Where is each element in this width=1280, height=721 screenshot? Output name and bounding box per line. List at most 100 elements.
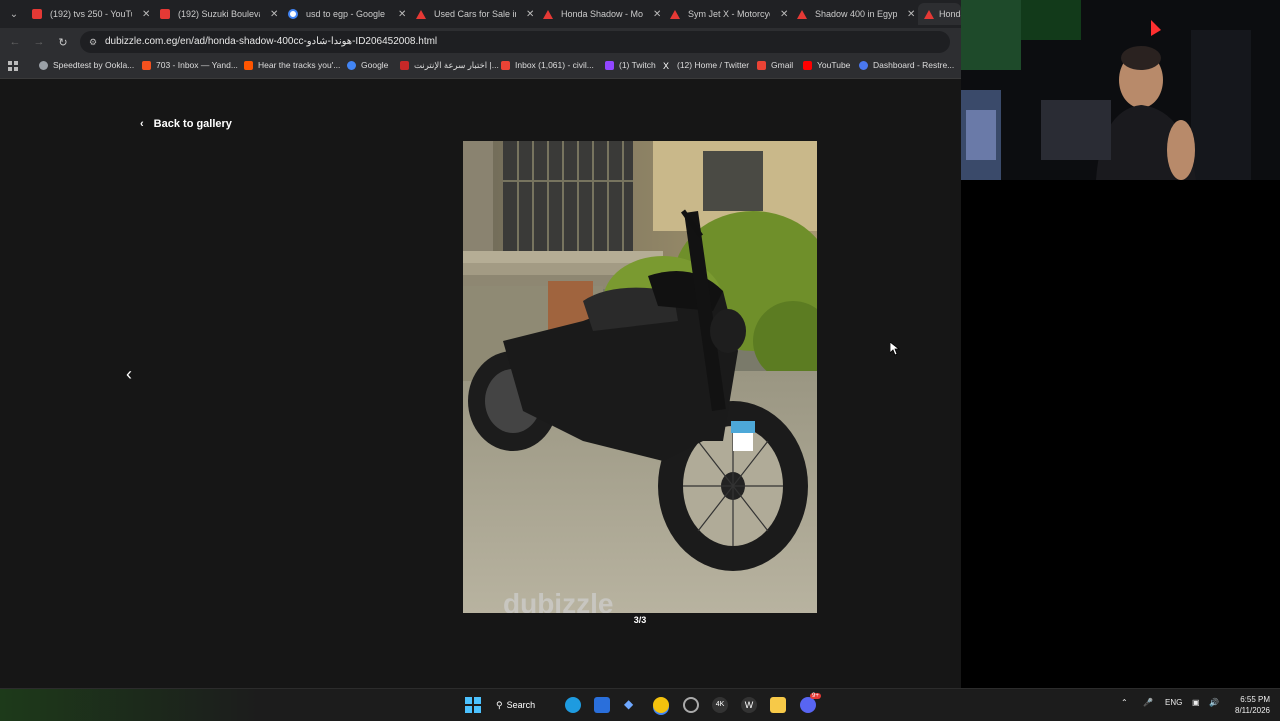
file-explorer-icon[interactable]	[770, 697, 786, 713]
language-indicator[interactable]: ENG	[1165, 698, 1182, 707]
google-icon	[288, 9, 298, 19]
dubizzle-icon	[416, 9, 426, 19]
search-label: Search	[506, 700, 536, 710]
mail-icon[interactable]	[594, 697, 610, 713]
taskbar-search[interactable]: ⚲ Search	[496, 695, 550, 715]
bookmark-label: (1) Twitch	[619, 60, 656, 70]
webcam-overlay	[961, 0, 1280, 180]
tab-strip: ⌄ (192) tvs 250 - YouTube ✕ (192) Suzuki…	[0, 0, 961, 28]
tab-usd-to-egp[interactable]: usd to egp - Google Se ✕	[288, 3, 406, 25]
youtube-icon	[803, 60, 812, 70]
youtube-icon	[160, 9, 170, 19]
volume-icon[interactable]: 🔊	[1209, 698, 1219, 707]
tab-title: Sym Jet X - Motorcycle	[688, 9, 770, 19]
microphone-icon[interactable]: 🎤	[1143, 698, 1153, 707]
bookmark-yandex-inbox[interactable]: 703 - Inbox — Yand...	[142, 60, 238, 70]
tab-title: Used Cars for Sale in E	[434, 9, 516, 19]
desktop-background	[961, 180, 1280, 688]
wordpress-icon[interactable]: W	[741, 697, 757, 713]
bookmark-label: Speedtest by Ookla...	[53, 60, 135, 70]
clock-date: 8/11/2026	[1235, 706, 1270, 715]
bookmark-label: Dashboard - Restre...	[873, 60, 955, 70]
close-icon[interactable]: ✕	[270, 9, 278, 20]
dubizzle-icon	[924, 9, 934, 19]
bookmark-restream[interactable]: Dashboard - Restre...	[859, 60, 954, 70]
close-icon[interactable]: ✕	[653, 9, 661, 20]
close-icon[interactable]: ✕	[398, 9, 406, 20]
bookmark-youtube[interactable]: YouTube	[803, 60, 850, 70]
listing-photo: dubizzle	[463, 141, 817, 613]
motorcycle-photo: dubizzle	[463, 141, 817, 613]
reload-icon[interactable]: ↻	[55, 34, 71, 50]
bookmark-label: Inbox (1,061) - civil...	[515, 60, 594, 70]
apps-grid-icon[interactable]	[8, 61, 18, 71]
bookmark-speedtest[interactable]: Speedtest by Ookla...	[39, 60, 134, 70]
taskbar-glow	[0, 689, 260, 721]
edge-icon[interactable]	[565, 697, 581, 713]
back-to-gallery-link[interactable]: ‹ Back to gallery	[140, 118, 232, 130]
youtube-icon	[32, 9, 42, 19]
discord-icon[interactable]	[800, 697, 816, 713]
close-icon[interactable]: ✕	[526, 9, 534, 20]
tab-tvs-250[interactable]: (192) tvs 250 - YouTube ✕	[32, 3, 150, 25]
close-icon[interactable]: ✕	[907, 9, 915, 20]
tab-title: Honda	[939, 9, 961, 19]
tab-title: Honda Shadow - Moto	[561, 9, 643, 19]
tab-honda-shadow[interactable]: Honda Shadow - Moto ✕	[543, 3, 661, 25]
forward-arrow-icon[interactable]: →	[31, 34, 47, 50]
image-counter: 3/3	[633, 615, 647, 625]
close-icon[interactable]: ✕	[780, 9, 788, 20]
tab-sym-jet-x[interactable]: Sym Jet X - Motorcycle ✕	[670, 3, 788, 25]
mouse-cursor-icon	[890, 342, 900, 356]
clock-time: 6:55 PM	[1240, 695, 1270, 704]
bookmark-gmail-inbox[interactable]: Inbox (1,061) - civil...	[501, 60, 594, 70]
gmail-icon	[501, 60, 510, 70]
bookmark-twitch[interactable]: (1) Twitch	[605, 60, 656, 70]
show-hidden-icons-chevron-icon[interactable]: ⌃	[1121, 698, 1128, 707]
bookmark-speed-test-ar[interactable]: اختبار سرعة الإنترنت |...	[400, 60, 499, 71]
tab-suzuki-boulevard[interactable]: (192) Suzuki Boulevard ✕	[160, 3, 278, 25]
tab-used-cars[interactable]: Used Cars for Sale in E ✕	[416, 3, 534, 25]
windows-start-icon[interactable]	[465, 697, 481, 713]
bookmark-label: Hear the tracks you'...	[258, 60, 341, 70]
tab-search-chevron-icon[interactable]: ⌄	[4, 4, 24, 24]
bookmark-label: (12) Home / Twitter	[677, 60, 750, 70]
clock[interactable]: 6:55 PM 8/11/2026	[1226, 694, 1270, 716]
tab-shadow-400[interactable]: Shadow 400 in Egypt, U ✕	[797, 3, 915, 25]
tab-title: (192) Suzuki Boulevard	[178, 9, 260, 19]
bookmark-label: Google	[361, 60, 389, 70]
windows-taskbar: ⚲ Search ◆ 4K W 9+ ⌃ 🎤 ENG ▣ 🔊 6:55 PM 8…	[0, 688, 1280, 721]
4k-video-downloader-icon[interactable]: 4K	[712, 697, 728, 713]
site-info-icon[interactable]: ⚙	[89, 37, 97, 48]
search-icon: ⚲	[496, 699, 503, 710]
url-text[interactable]: dubizzle.com.eg/en/ad/honda-shadow-400cc…	[105, 36, 437, 47]
close-icon[interactable]: ✕	[142, 9, 150, 20]
speed-test-icon	[400, 61, 409, 70]
back-arrow-icon[interactable]: ←	[7, 34, 23, 50]
tab-title: usd to egp - Google Se	[306, 9, 388, 19]
tab-honda-active[interactable]: Honda	[918, 3, 961, 25]
gallery-viewer: ‹ Back to gallery ‹ dubizzle 3/3	[0, 79, 961, 688]
restream-icon	[859, 60, 868, 70]
x-twitter-icon: X	[663, 60, 670, 71]
bookmark-label: اختبار سرعة الإنترنت |...	[414, 60, 499, 70]
network-icon[interactable]: ▣	[1192, 698, 1200, 707]
bookmark-google[interactable]: Google	[347, 60, 388, 70]
tab-title: Shadow 400 in Egypt, U	[815, 9, 897, 19]
bookmark-soundcloud[interactable]: Hear the tracks you'...	[244, 60, 340, 70]
browser-toolbar: ← → ↻ ⚙ dubizzle.com.eg/en/ad/honda-shad…	[0, 28, 961, 56]
back-to-gallery-label: Back to gallery	[153, 118, 232, 130]
previous-image-chevron-icon[interactable]: ‹	[126, 364, 132, 385]
app-diamond-icon[interactable]: ◆	[624, 697, 638, 713]
steam-icon[interactable]	[683, 697, 699, 713]
soundcloud-icon	[244, 60, 253, 70]
chrome-icon[interactable]	[653, 697, 669, 713]
bookmark-twitter[interactable]: X (12) Home / Twitter	[663, 60, 750, 71]
address-bar[interactable]: ⚙ dubizzle.com.eg/en/ad/honda-shadow-400…	[80, 31, 950, 53]
discord-badge: 9+	[810, 693, 821, 699]
google-icon	[347, 60, 356, 70]
streamer-webcam-feed	[961, 0, 1280, 180]
bookmark-label: 703 - Inbox — Yand...	[156, 60, 238, 70]
bookmark-gmail[interactable]: Gmail	[757, 60, 793, 70]
speedtest-icon	[39, 60, 48, 70]
